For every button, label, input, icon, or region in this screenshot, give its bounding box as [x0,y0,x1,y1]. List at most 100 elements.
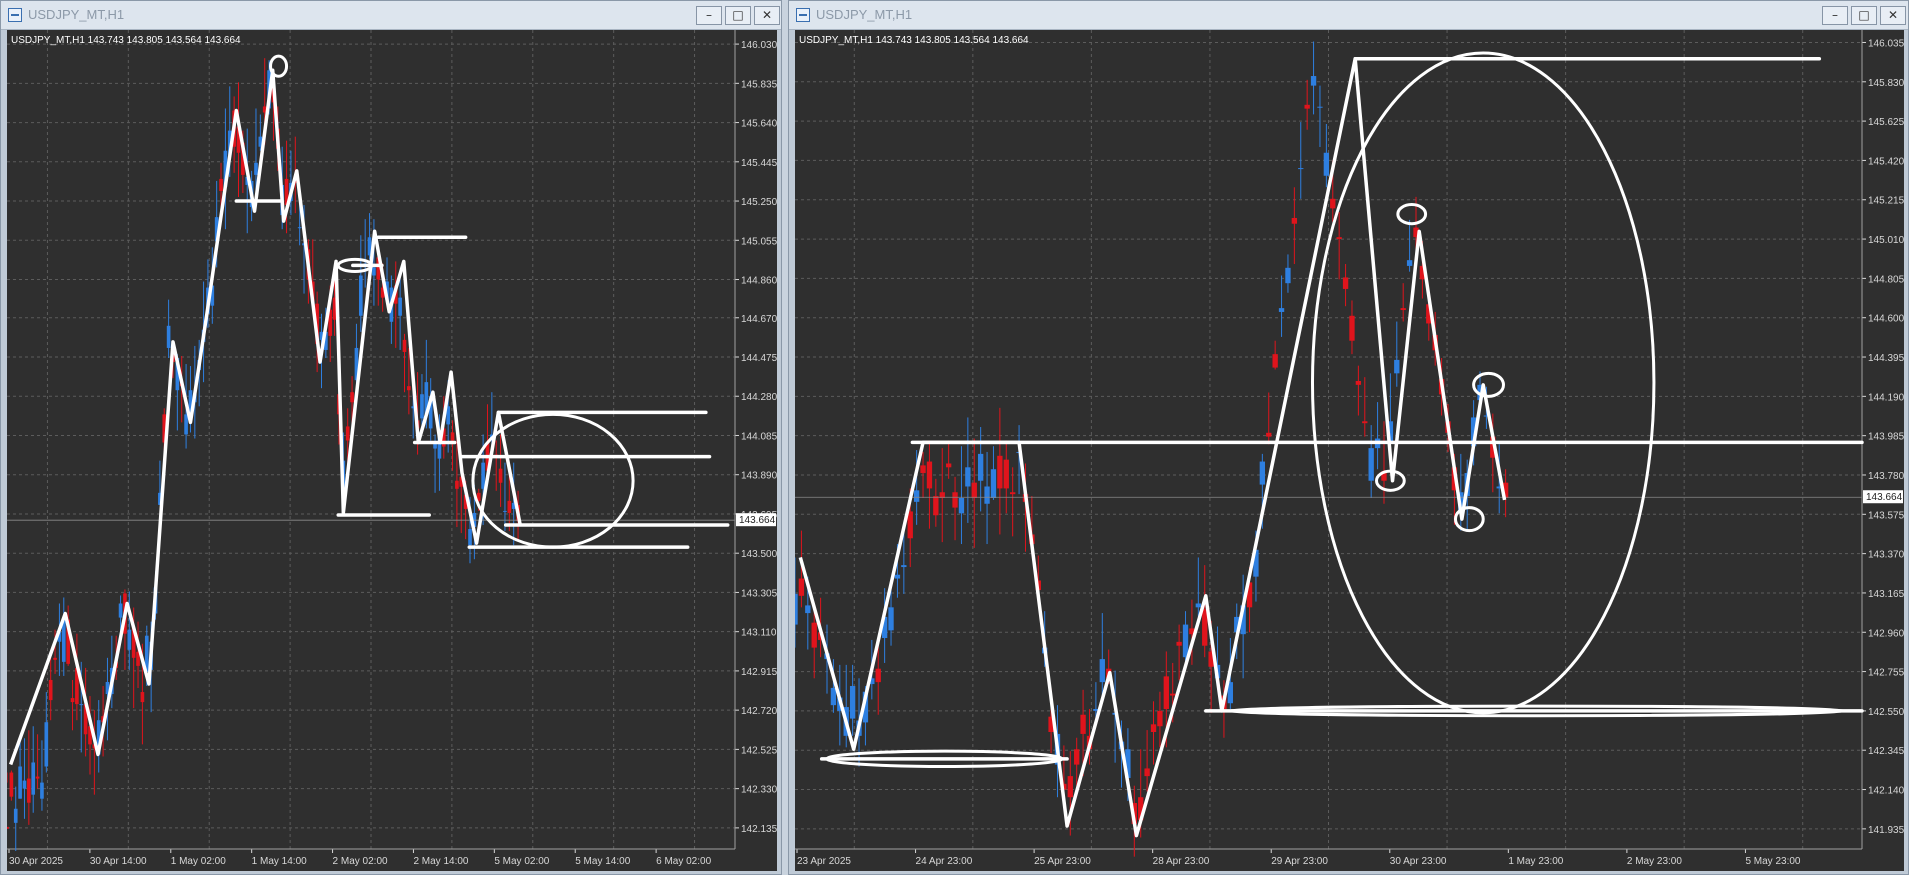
candle-body [1368,448,1374,481]
maximize-icon[interactable]: □ [725,6,751,25]
y-tick-label: 142.135 [741,824,777,835]
candle-body [1330,198,1336,209]
candle-body [219,178,223,191]
candle-body [907,511,913,539]
current-price-label: 143.664 [1866,492,1903,503]
candle-body [70,698,75,703]
chart-window-icon [796,8,810,22]
price-chart[interactable]: 146.030 145.835 145.640 145.445 145.250 145.0… [7,30,777,871]
candle-body [1317,106,1323,108]
y-tick-label: 145.445 [741,158,777,169]
candle-body [1272,354,1278,368]
candle-body [913,490,920,502]
candle-body [455,480,459,489]
candle-body [31,762,36,795]
y-tick-label: 144.805 [1868,274,1904,285]
y-tick-label: 144.475 [741,353,777,364]
x-tick-label: 24 Apr 23:00 [916,856,973,867]
chart-window-icon [8,8,22,22]
candle-body [35,776,40,779]
y-tick-label: 142.550 [1868,707,1904,718]
candle-body [952,492,958,508]
chart-area[interactable]: 146.035 145.830 145.625 145.420 145.215 145.0… [795,30,1904,871]
candle-body [498,468,503,483]
candle-body [372,267,376,276]
candle-body [977,453,984,481]
candle-body [481,462,485,489]
x-tick-label: 28 Apr 23:00 [1153,856,1210,867]
y-tick-label: 144.395 [1868,353,1904,364]
candle-body [22,780,27,789]
candle-body [1163,676,1169,709]
price-chart[interactable]: 146.035 145.830 145.625 145.420 145.215 145.0… [795,30,1904,871]
candle-body [1362,421,1368,424]
candle-body [297,227,302,229]
candle-body [1278,308,1285,312]
title-bar[interactable]: USDJPY_MT,H1 – □ ✕ [1,1,781,30]
candle-body [1349,315,1355,341]
candle-body [358,275,363,316]
y-tick-label: 145.010 [1868,235,1904,246]
candle-body [1266,432,1272,437]
symbol-info-line: USDJPY_MT,H1 143.743 143.805 143.564 143… [799,35,1029,46]
candle-body [1067,776,1073,798]
y-tick-label: 143.500 [741,549,777,560]
y-tick-label: 143.165 [1868,589,1904,600]
x-tick-label: 30 Apr 14:00 [90,856,147,867]
candle-body [1202,609,1208,646]
y-tick-label: 143.370 [1868,550,1904,561]
candle-body [27,778,31,803]
candle-body [1342,277,1349,289]
candle-body [830,687,837,706]
y-tick-label: 144.190 [1868,392,1904,403]
x-tick-label: 1 May 14:00 [252,856,307,867]
candle-body [79,704,84,706]
x-tick-label: 23 Apr 2025 [797,856,851,867]
maximize-icon[interactable]: □ [1851,6,1877,25]
y-tick-label: 142.330 [741,785,777,796]
candle-body [1099,659,1105,683]
x-tick-label: 6 May 02:00 [656,856,711,867]
candle-body [926,461,933,489]
candle-body [1176,641,1182,646]
close-icon[interactable]: ✕ [1880,6,1906,25]
minimize-icon[interactable]: – [1822,6,1848,25]
candle-body [398,297,402,316]
minimize-icon[interactable]: – [696,6,722,25]
candle-body [849,685,856,719]
y-tick-label: 142.960 [1868,628,1904,639]
x-tick-label: 2 May 23:00 [1627,856,1682,867]
candle-body [971,482,977,498]
candle-body [875,668,881,683]
x-tick-label: 1 May 23:00 [1508,856,1563,867]
candle-body [48,679,53,701]
y-tick-label: 144.280 [741,392,777,403]
candle-body [1259,461,1266,485]
candle-body [507,500,512,513]
close-icon[interactable]: ✕ [754,6,780,25]
candle-body [118,603,123,618]
y-tick-label: 143.305 [741,588,777,599]
candle-body [407,386,411,391]
symbol-info-line: USDJPY_MT,H1 143.743 143.805 143.564 143… [11,35,241,46]
y-tick-label: 141.935 [1868,825,1904,836]
candle-body [920,465,926,474]
chart-window-left: USDJPY_MT,H1 – □ ✕ 146.030 145.835 145.640… [0,0,782,875]
candle-body [18,766,22,799]
y-tick-label: 142.720 [741,706,777,717]
candle-body [53,657,57,660]
x-tick-label: 2 May 02:00 [333,856,388,867]
candle-body [1195,603,1201,608]
candle-body [997,455,1003,489]
x-tick-label: 30 Apr 2025 [9,856,63,867]
y-tick-label: 144.085 [741,431,777,442]
chart-area[interactable]: 146.030 145.835 145.640 145.445 145.250 145.0… [7,30,777,871]
y-tick-label: 143.110 [741,628,777,639]
candle-body [901,565,907,568]
y-tick-label: 146.035 [1868,38,1904,49]
candle-body [1394,359,1400,374]
candle-body [795,593,798,625]
candle-body [1144,768,1150,777]
y-tick-label: 145.420 [1868,156,1904,167]
title-bar[interactable]: USDJPY_MT,H1 – □ ✕ [789,1,1908,30]
